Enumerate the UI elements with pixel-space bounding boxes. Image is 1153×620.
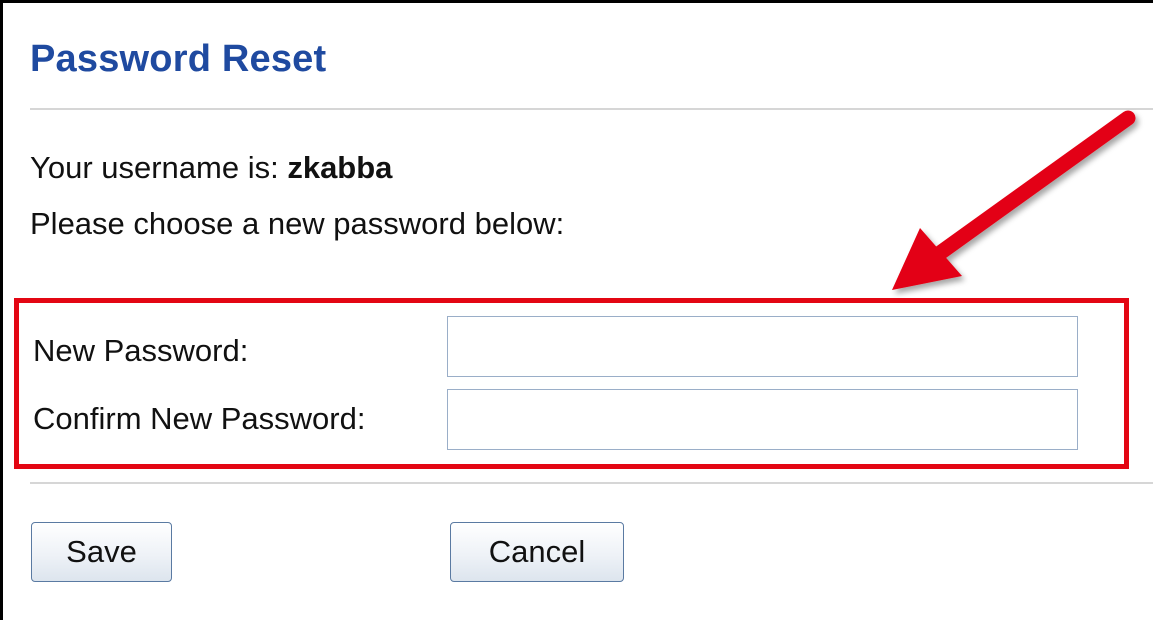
username-prefix: Your username is: xyxy=(30,150,288,185)
form-divider xyxy=(30,482,1153,484)
instructions-text: Please choose a new password below: xyxy=(30,206,565,241)
save-button[interactable]: Save xyxy=(31,522,172,582)
username-line: Your username is: zkabba xyxy=(30,150,392,186)
confirm-password-label: Confirm New Password: xyxy=(33,401,366,436)
confirm-password-field[interactable] xyxy=(447,389,1078,450)
username-value: zkabba xyxy=(287,150,393,185)
cancel-button[interactable]: Cancel xyxy=(450,522,624,582)
title-divider xyxy=(30,108,1153,110)
new-password-label: New Password: xyxy=(33,333,249,368)
new-password-field[interactable] xyxy=(447,316,1078,377)
page-title: Password Reset xyxy=(30,38,327,80)
